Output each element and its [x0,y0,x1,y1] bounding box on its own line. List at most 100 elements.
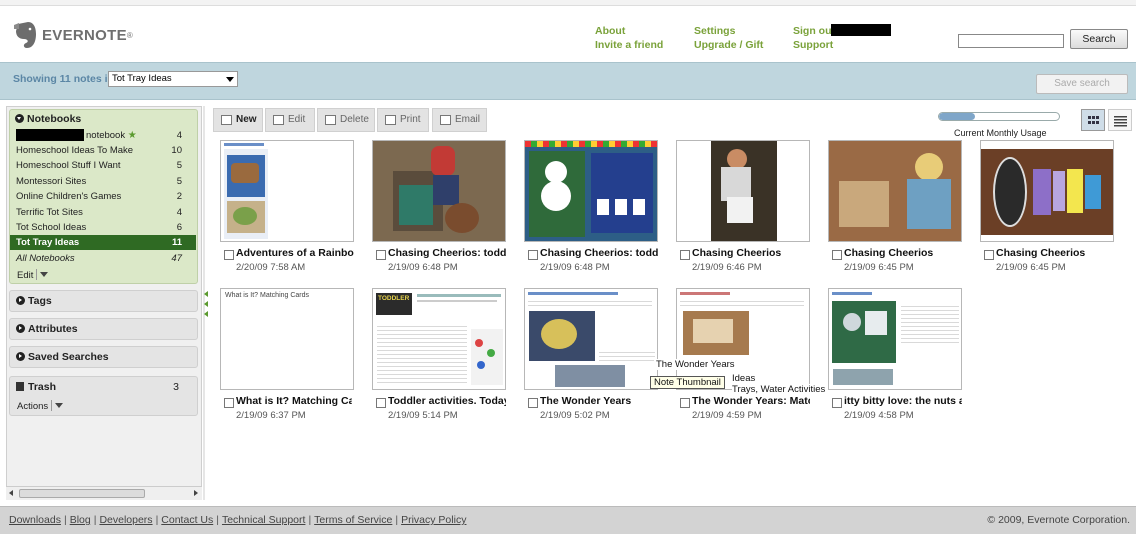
grid-view-button[interactable] [1081,109,1105,131]
note-checkbox[interactable] [832,398,842,408]
note-thumbnail[interactable]: What is It? Matching Cards [220,288,354,390]
edit-note-button[interactable]: Edit [265,108,315,132]
note-checkbox[interactable] [224,250,234,260]
attributes-title: Attributes [28,323,78,335]
note-title[interactable]: The Wonder Years [540,395,658,407]
footer-link[interactable]: Blog [70,514,91,526]
all-notebooks-item[interactable]: All Notebooks 47 [10,251,196,266]
tooltip-fragment: Ideas [732,373,756,384]
notebook-item-label: Homeschool Stuff I Want [16,160,121,171]
scrollbar-thumb[interactable] [19,489,145,498]
note-checkbox[interactable] [680,250,690,260]
notebook-select[interactable]: Tot Tray Ideas [108,71,238,87]
notebook-item-label: Terrific Tot Sites [16,207,83,218]
note-checkbox[interactable] [376,250,386,260]
note-thumbnail[interactable] [828,288,962,390]
note-title[interactable]: Chasing Cheerios [692,247,810,259]
note-thumbnail[interactable] [220,140,354,242]
notebook-item-label: Homeschool Ideas To Make [16,145,134,156]
notebook-item-label: Online Children's Games [16,191,122,202]
collapse-pane-icon[interactable] [204,291,208,297]
upgrade-gift-link[interactable]: Upgrade / Gift [694,39,763,51]
note-title[interactable]: Chasing Cheerios [844,247,962,259]
notebook-item[interactable]: Montessori Sites 5 [10,174,196,189]
note-thumbnail[interactable] [676,140,810,242]
collapse-pane-icon[interactable] [204,301,208,307]
evernote-logo[interactable]: EVERNOTE ® [12,20,133,50]
sidebar-scrollbar[interactable] [6,486,202,500]
usage-meter-fill [939,113,975,120]
notebook-item[interactable]: Homeschool Stuff I Want 5 [10,158,196,173]
new-note-button[interactable]: New [213,108,263,132]
notebook-item-label: Montessori Sites [16,176,87,187]
about-link[interactable]: About [595,25,625,37]
delete-note-button[interactable]: Delete [317,108,375,132]
expand-icon [16,324,25,333]
search-input[interactable] [958,34,1064,48]
notebook-item-selected[interactable]: Tot Tray Ideas 11 [10,235,196,250]
attributes-section[interactable]: Attributes [9,318,198,340]
notebook-item-count: 47 [171,253,182,264]
list-view-icon [1114,116,1127,127]
note-thumbnail[interactable] [524,140,658,242]
note-title[interactable]: What is It? Matching Car [236,395,352,407]
trash-actions-menu[interactable]: Actions [17,400,64,412]
notebooks-header[interactable]: Notebooks [15,113,81,125]
print-note-button[interactable]: Print [377,108,429,132]
search-button[interactable]: Search [1070,29,1128,49]
note-checkbox[interactable] [984,250,994,260]
saved-searches-section[interactable]: Saved Searches [9,346,198,368]
collapse-pane-icon[interactable] [204,311,208,317]
notebook-item-label: Tot Tray Ideas [16,237,80,248]
note-title[interactable]: Chasing Cheerios: toddle [540,247,658,259]
note-checkbox[interactable] [680,398,690,408]
support-link[interactable]: Support [793,39,833,51]
settings-link[interactable]: Settings [694,25,735,37]
save-search-button[interactable]: Save search [1036,74,1128,94]
notebook-item-count: 6 [176,222,182,233]
usage-meter [938,112,1060,121]
note-title[interactable]: Adventures of a Rainbow [236,247,354,259]
note-title[interactable]: The Wonder Years: Matc [692,395,810,407]
footer-link[interactable]: Privacy Policy [401,514,466,526]
note-title[interactable]: Chasing Cheerios: toddle [388,247,506,259]
trash-icon [16,382,24,391]
grid-view-icon [1088,116,1099,124]
footer-link[interactable]: Contact Us [161,514,213,526]
note-thumbnail[interactable]: TODDLER [372,288,506,390]
note-thumbnail[interactable] [828,140,962,242]
scroll-left-icon[interactable] [9,490,13,496]
note-checkbox[interactable] [528,250,538,260]
scroll-right-icon[interactable] [194,490,198,496]
notebook-item[interactable]: Tot School Ideas 6 [10,220,196,235]
note-checkbox[interactable] [376,398,386,408]
expand-icon [16,352,25,361]
notebook-item[interactable]: Terrific Tot Sites 4 [10,205,196,220]
note-title[interactable]: Chasing Cheerios [996,247,1114,259]
note-thumbnail[interactable] [372,140,506,242]
note-title[interactable]: itty bitty love: the nuts an [844,395,962,407]
thumbnail-text: What is It? Matching Cards [225,292,310,299]
note-title[interactable]: Toddler activities. Today' [388,395,506,407]
list-view-button[interactable] [1108,109,1132,131]
invite-friend-link[interactable]: Invite a friend [595,39,663,51]
collapse-icon [15,114,24,123]
showing-prefix: Showing [13,73,57,85]
notebook-item[interactable]: Homeschool Ideas To Make 10 [10,143,196,158]
footer-link[interactable]: Terms of Service [314,514,392,526]
notebook-item[interactable]: Online Children's Games 2 [10,189,196,204]
note-checkbox[interactable] [528,398,538,408]
note-checkbox[interactable] [832,250,842,260]
note-thumbnail[interactable] [524,288,658,390]
new-note-icon [221,115,232,125]
footer-link[interactable]: Downloads [9,514,61,526]
tags-section[interactable]: Tags [9,290,198,312]
footer-link[interactable]: Technical Support [222,514,305,526]
footer-link[interactable]: Developers [99,514,152,526]
sign-out-link[interactable]: Sign out [793,25,835,37]
note-checkbox[interactable] [224,398,234,408]
email-note-button[interactable]: Email [432,108,487,132]
note-thumbnail[interactable] [980,140,1114,242]
notebook-item[interactable]: notebook ★ 4 [10,128,196,143]
notebook-edit-menu[interactable]: Edit [17,269,49,281]
